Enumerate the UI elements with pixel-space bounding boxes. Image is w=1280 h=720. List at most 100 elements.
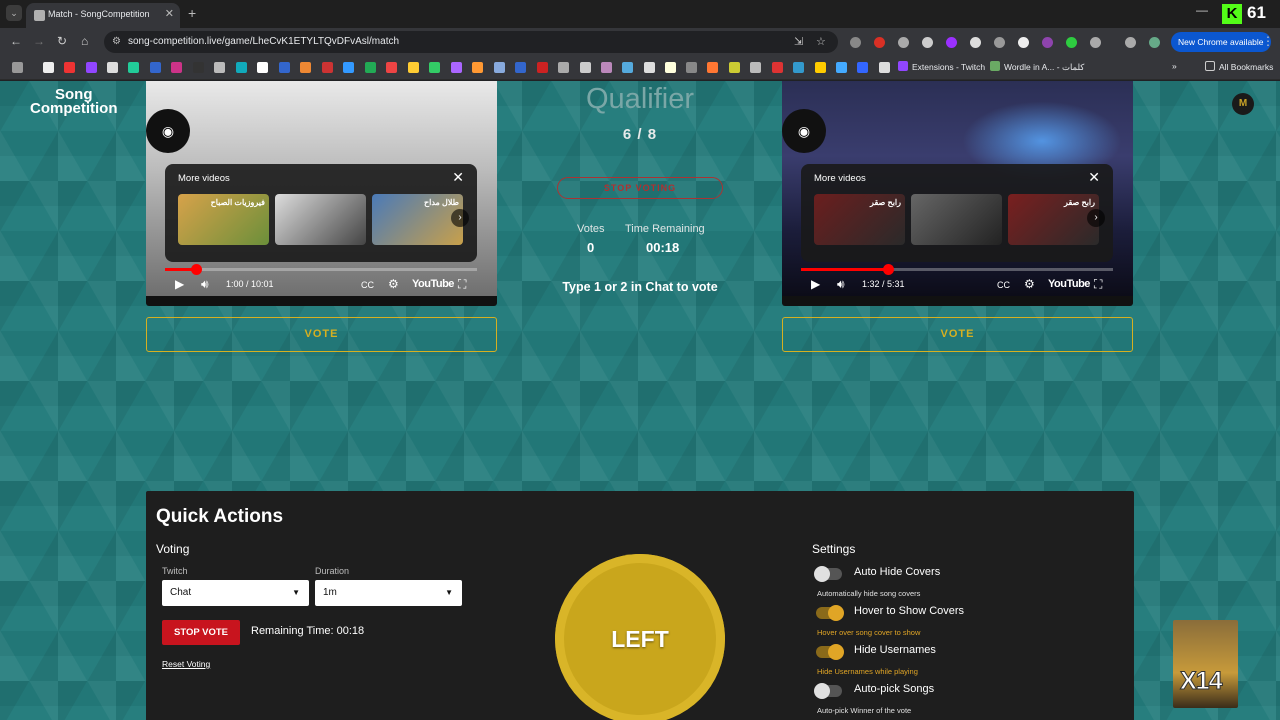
gear-icon[interactable]: ⚙ <box>1024 277 1035 291</box>
chevron-right-icon[interactable]: › <box>451 209 469 227</box>
extension-icon[interactable] <box>946 37 957 48</box>
fullscreen-icon[interactable]: ⛶ <box>1094 277 1102 292</box>
back-icon[interactable]: ← <box>10 34 22 48</box>
bookmark-icon[interactable] <box>386 62 397 73</box>
gear-icon[interactable]: ⚙ <box>388 277 399 291</box>
left-song-player[interactable]: ◉ More videos ✕ فيروزيات الصباح طلال مدا… <box>146 81 497 306</box>
bookmark-icon[interactable] <box>622 62 633 73</box>
url-text[interactable]: song-competition.live/game/LheCvK1ETYLTQ… <box>128 36 399 47</box>
all-bookmarks-folder[interactable]: All Bookmarks <box>1205 61 1273 72</box>
tab-search-icon[interactable]: ⌄ <box>6 5 22 21</box>
bookmark-icon[interactable] <box>537 62 548 73</box>
bookmark-icon[interactable] <box>772 62 783 73</box>
eye-icon[interactable]: ◉ <box>146 109 190 153</box>
video-thumbnail[interactable]: طلال مداح <box>372 194 463 245</box>
bookmark-icon[interactable] <box>43 62 54 73</box>
bookmark-icon[interactable] <box>236 62 247 73</box>
auto-hide-covers-toggle[interactable] <box>814 566 842 582</box>
bookmark-icon[interactable] <box>601 62 612 73</box>
volume-icon[interactable]: 🔊︎ <box>837 277 845 292</box>
left-pick-button[interactable]: LEFT <box>555 554 725 720</box>
video-thumbnail[interactable]: فيروزيات الصباح <box>178 194 269 245</box>
extension-icon[interactable] <box>850 37 861 48</box>
bookmark-icon[interactable] <box>171 62 182 73</box>
extensions-puzzle-icon[interactable] <box>1090 37 1101 48</box>
close-icon[interactable]: ✕ <box>1088 169 1100 186</box>
bookmark-icon[interactable] <box>857 62 868 73</box>
new-tab-icon[interactable]: + <box>188 5 196 21</box>
install-icon[interactable]: ⇲ <box>794 35 803 48</box>
address-bar[interactable]: ⚙ song-competition.live/game/LheCvK1ETYL… <box>104 31 838 53</box>
bookmark-icon[interactable] <box>429 62 440 73</box>
duration-select[interactable]: 1m ▼ <box>315 580 462 606</box>
site-logo[interactable]: Song Competition <box>30 87 118 116</box>
captions-icon[interactable]: CC <box>997 280 1010 290</box>
bookmark-icon[interactable] <box>729 62 740 73</box>
video-thumbnail[interactable] <box>911 194 1002 245</box>
apps-grid-icon[interactable] <box>12 62 23 73</box>
extension-icon[interactable] <box>922 37 933 48</box>
fullscreen-icon[interactable]: ⛶ <box>458 277 466 292</box>
bookmark-icon[interactable] <box>451 62 462 73</box>
right-song-player[interactable]: ◉ More videos ✕ رابح صقر رابح صقر › ▶ 🔊︎… <box>782 81 1133 306</box>
bookmark-wordle[interactable]: Wordle in A... - كلمات <box>990 61 1084 73</box>
stop-voting-button[interactable]: STOP VOTING <box>557 177 723 199</box>
bookmark-icon[interactable] <box>300 62 311 73</box>
bookmarks-overflow-icon[interactable]: » <box>1172 61 1177 71</box>
user-avatar-icon[interactable]: M <box>1232 93 1254 115</box>
bookmark-icon[interactable] <box>107 62 118 73</box>
bookmark-extensions-twitch[interactable]: Extensions - Twitch <box>898 61 985 72</box>
site-info-icon[interactable]: ⚙ <box>112 36 121 47</box>
volume-icon[interactable]: 🔊︎ <box>201 277 209 292</box>
twitch-select[interactable]: Chat ▼ <box>162 580 309 606</box>
reading-list-icon[interactable] <box>1125 37 1136 48</box>
extension-icon[interactable] <box>874 37 885 48</box>
bookmark-icon[interactable] <box>879 62 890 73</box>
captions-icon[interactable]: CC <box>361 280 374 290</box>
extension-icon[interactable] <box>970 37 981 48</box>
bookmark-star-icon[interactable]: ☆ <box>816 35 826 48</box>
extension-icon[interactable] <box>898 37 909 48</box>
bookmark-icon[interactable] <box>128 62 139 73</box>
extension-icon[interactable] <box>1042 37 1053 48</box>
chevron-right-icon[interactable]: › <box>1087 209 1105 227</box>
forward-icon[interactable]: → <box>33 34 45 48</box>
bookmark-icon[interactable] <box>64 62 75 73</box>
hover-to-show-covers-toggle[interactable] <box>816 605 844 621</box>
new-chrome-available-button[interactable]: New Chrome available <box>1171 32 1271 52</box>
bookmark-icon[interactable] <box>150 62 161 73</box>
reset-voting-link[interactable]: Reset Voting <box>162 659 210 669</box>
bookmark-icon[interactable] <box>322 62 333 73</box>
bookmark-icon[interactable] <box>408 62 419 73</box>
stop-vote-button[interactable]: STOP VOTE <box>162 620 240 645</box>
video-thumbnail[interactable]: رابح صقر <box>1008 194 1099 245</box>
bookmark-icon[interactable] <box>343 62 354 73</box>
bookmark-icon[interactable] <box>665 62 676 73</box>
bookmark-icon[interactable] <box>515 62 526 73</box>
video-progress-bar[interactable] <box>165 264 477 275</box>
bookmark-icon[interactable] <box>793 62 804 73</box>
vote-left-button[interactable]: VOTE <box>146 317 497 352</box>
window-minimize-icon[interactable]: — <box>1196 3 1208 17</box>
video-thumbnail[interactable]: رابح صقر <box>814 194 905 245</box>
bookmark-icon[interactable] <box>279 62 290 73</box>
youtube-logo[interactable]: YouTube <box>1048 278 1090 290</box>
bookmark-icon[interactable] <box>214 62 225 73</box>
video-thumbnail[interactable] <box>275 194 366 245</box>
bookmark-icon[interactable] <box>836 62 847 73</box>
bookmark-icon[interactable] <box>193 62 204 73</box>
bookmark-icon[interactable] <box>815 62 826 73</box>
profile-avatar-icon[interactable] <box>1149 37 1160 48</box>
bookmark-icon[interactable] <box>86 62 97 73</box>
hide-usernames-toggle[interactable] <box>816 644 844 660</box>
auto-pick-songs-toggle[interactable] <box>814 683 842 699</box>
bookmark-icon[interactable] <box>580 62 591 73</box>
reload-icon[interactable]: ↻ <box>57 34 67 48</box>
bookmark-icon[interactable] <box>365 62 376 73</box>
play-icon[interactable]: ▶ <box>175 277 184 291</box>
bookmark-icon[interactable] <box>707 62 718 73</box>
chrome-menu-icon[interactable]: ⋮ <box>1262 34 1274 48</box>
eye-icon[interactable]: ◉ <box>782 109 826 153</box>
extension-icon[interactable] <box>1018 37 1029 48</box>
video-progress-bar[interactable] <box>801 264 1113 275</box>
